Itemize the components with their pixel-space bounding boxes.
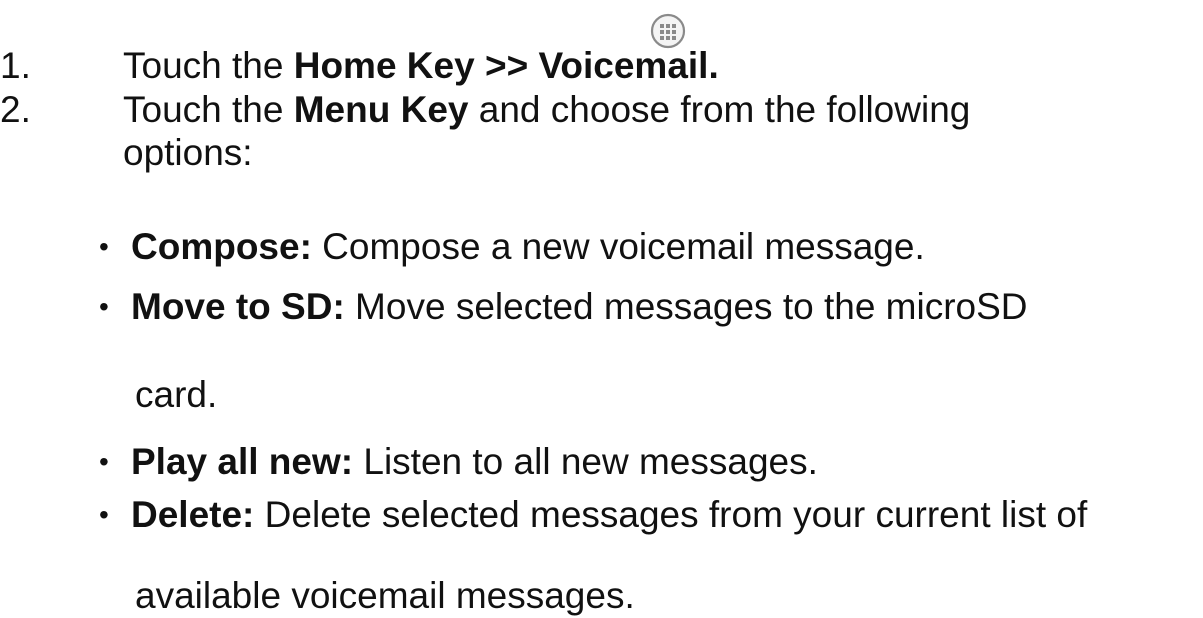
step-number: 2.	[0, 89, 31, 130]
option-description: Compose a new voicemail message.	[311, 226, 925, 267]
option-description: Listen to all new messages.	[353, 441, 818, 482]
step-text: Touch the Home Key >> Voicemail.	[123, 44, 719, 88]
step-bold: Menu Key	[293, 89, 469, 130]
option-text: Compose: Compose a new voicemail message…	[131, 225, 925, 269]
option-text: Play all new: Listen to all new messages…	[131, 440, 818, 484]
step-suffix: and choose from the following	[468, 89, 971, 130]
option-description: Move selected messages to the microSD	[344, 286, 1028, 327]
step-prefix: Touch the	[123, 89, 294, 130]
step-number: 1.	[0, 45, 31, 86]
option-label: Compose:	[131, 226, 312, 267]
step-continuation: options:	[123, 132, 253, 173]
option-continuation: card.	[135, 374, 218, 415]
bullet-icon: •	[99, 231, 109, 262]
bullet-icon: •	[99, 499, 109, 530]
bullet-icon: •	[99, 446, 109, 477]
option-label: Delete:	[131, 494, 255, 535]
option-text: Move to SD: Move selected messages to th…	[131, 285, 1028, 329]
option-description: Delete selected messages from your curre…	[254, 494, 1088, 535]
option-text: Delete: Delete selected messages from yo…	[131, 493, 1087, 537]
step-bold: Home Key >> Voicemail.	[293, 45, 719, 86]
bullet-icon: •	[99, 291, 109, 322]
step-prefix: Touch the	[123, 45, 294, 86]
option-label: Play all new:	[131, 441, 354, 482]
option-label: Move to SD:	[131, 286, 345, 327]
step-text: Touch the Menu Key and choose from the f…	[123, 88, 970, 132]
option-continuation: available voicemail messages.	[135, 575, 635, 616]
